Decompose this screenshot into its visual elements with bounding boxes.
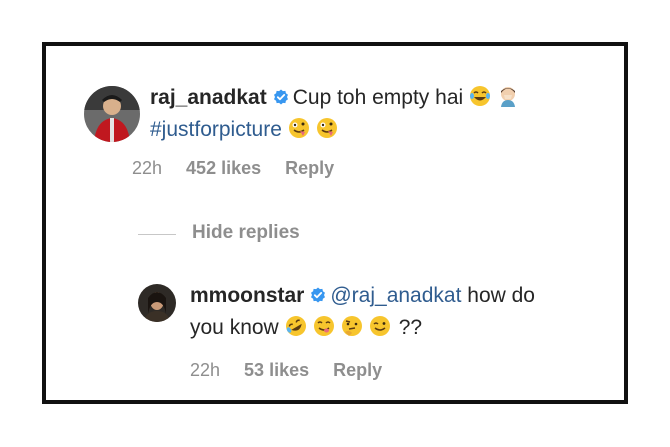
reply-likes[interactable]: 53 likes xyxy=(244,360,309,380)
comment-time: 22h xyxy=(132,158,163,178)
reply-time: 22h xyxy=(190,360,221,380)
reply-line2: you know?? xyxy=(190,314,422,342)
reply-mention[interactable]: @raj_anadkat xyxy=(330,284,461,307)
reply-line1: mmoonstar @raj_anadkat how do xyxy=(190,282,535,310)
raj-avatar[interactable] xyxy=(84,86,140,142)
hide-replies-line xyxy=(138,234,176,235)
comment-line2: #justforpicture xyxy=(150,116,338,144)
comment-line1: raj_anadkat Cup toh empty hai xyxy=(150,84,519,112)
rofl-emoji xyxy=(285,315,307,337)
reply-text-part1: how do xyxy=(461,284,535,307)
zany-face-emoji xyxy=(288,117,310,139)
reply-text-part2: you know xyxy=(190,316,279,339)
verified-badge-icon xyxy=(310,287,326,303)
comment-meta: 22h 452 likes Reply xyxy=(132,158,358,179)
verified-badge-icon xyxy=(273,89,289,105)
wink-emoji xyxy=(369,315,391,337)
reply-username[interactable]: mmoonstar xyxy=(190,284,304,307)
comment-username[interactable]: raj_anadkat xyxy=(150,86,267,109)
comment-text: Cup toh empty hai xyxy=(292,86,464,109)
comment-likes[interactable]: 452 likes xyxy=(186,158,261,178)
screenshot-frame: raj_anadkat Cup toh empty hai #justforpic… xyxy=(42,42,628,404)
reply-text-suffix: ?? xyxy=(398,316,423,339)
comment-reply-button[interactable]: Reply xyxy=(285,158,334,178)
mmoonstar-avatar[interactable] xyxy=(138,284,176,322)
facepalm-emoji xyxy=(497,85,519,107)
reply-reply-button[interactable]: Reply xyxy=(333,360,382,380)
thinking-emoji xyxy=(341,315,363,337)
laughing-tears-emoji xyxy=(469,85,491,107)
zany-face-emoji xyxy=(316,117,338,139)
comment-hashtag[interactable]: #justforpicture xyxy=(150,118,282,141)
hide-replies-button[interactable]: Hide replies xyxy=(192,222,300,244)
reply-meta: 22h 53 likes Reply xyxy=(190,360,406,381)
yum-emoji xyxy=(313,315,335,337)
